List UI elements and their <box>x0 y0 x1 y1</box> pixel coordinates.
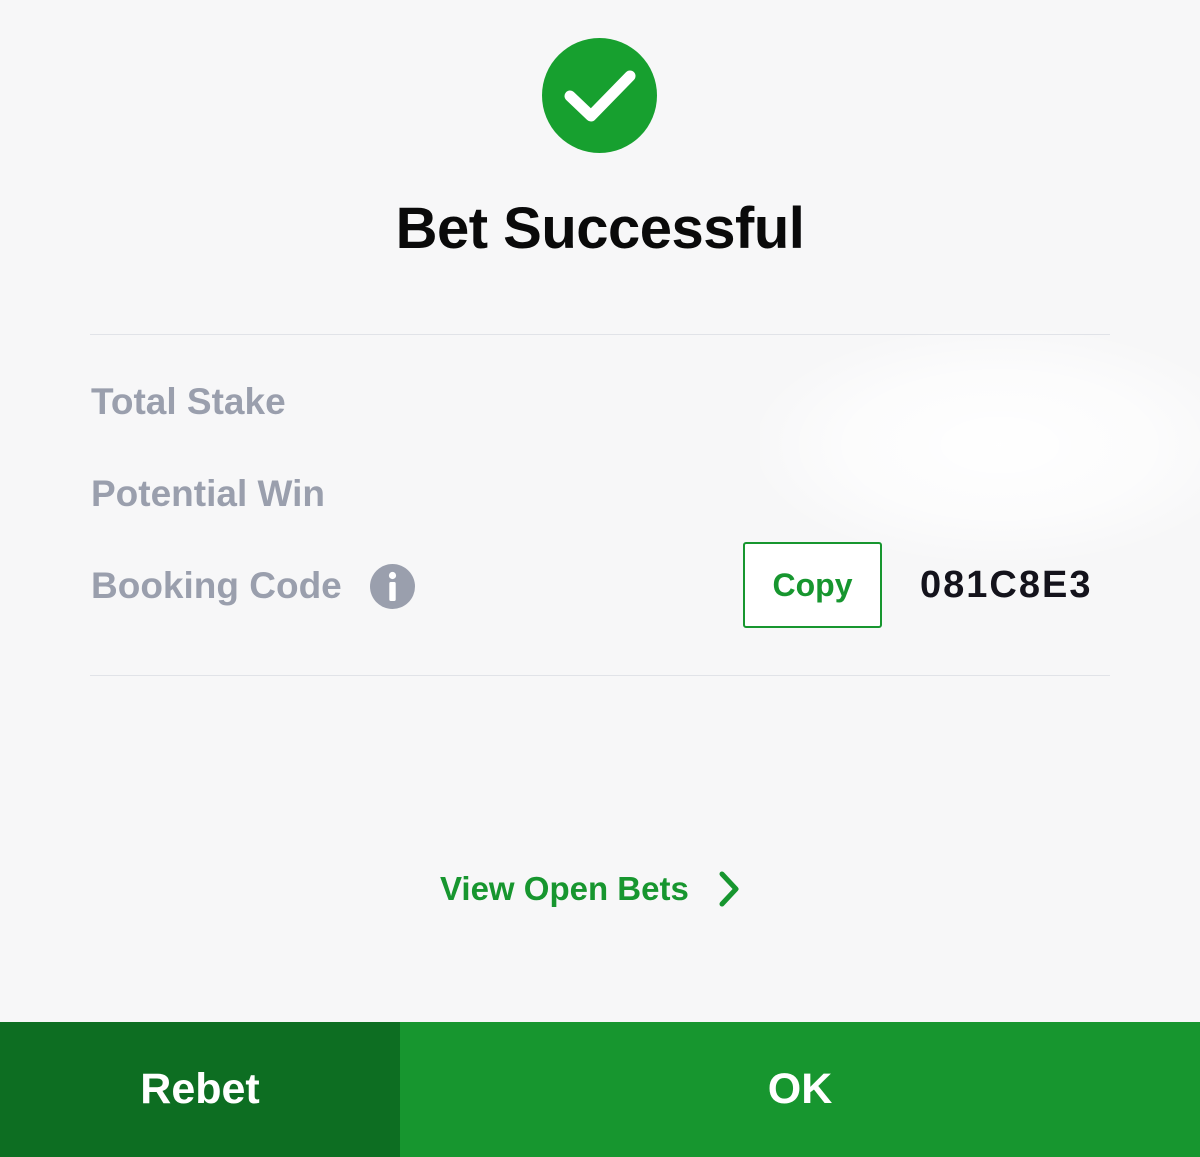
rebet-button[interactable]: Rebet <box>0 1022 400 1157</box>
chevron-right-icon <box>719 871 739 907</box>
info-icon[interactable] <box>370 564 415 609</box>
page-title: Bet Successful <box>395 196 805 261</box>
booking-code-value: 081C8E3 <box>920 564 1093 606</box>
view-open-bets-link[interactable]: View Open Bets <box>440 864 741 914</box>
booking-code-label: Booking Code <box>91 565 342 606</box>
potential-win-label: Potential Win <box>91 473 325 514</box>
footer-actions: Rebet OK <box>0 1022 1200 1157</box>
copy-button[interactable]: Copy <box>743 542 882 628</box>
view-open-bets-label: View Open Bets <box>440 870 689 907</box>
success-check-icon <box>542 38 657 153</box>
total-stake-label: Total Stake <box>91 381 286 422</box>
screen-glare <box>760 330 1200 560</box>
ok-button[interactable]: OK <box>400 1022 1200 1157</box>
bottom-divider <box>90 675 1110 676</box>
top-divider <box>90 334 1110 335</box>
